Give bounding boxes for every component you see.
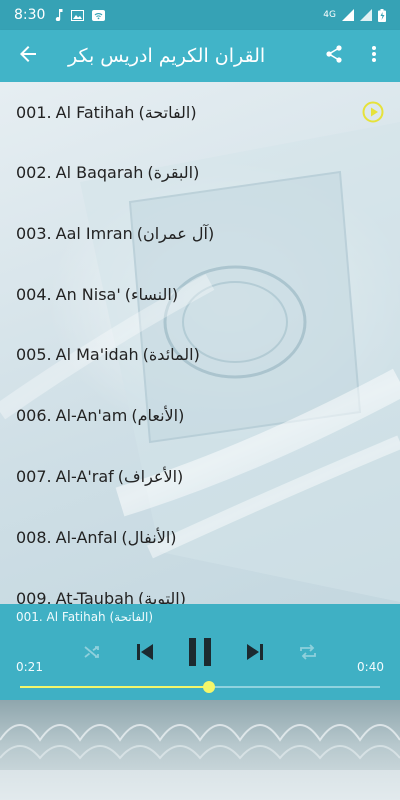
track-arabic-name: (البقرة) [147,162,200,182]
track-row[interactable]: 001. Al Fatihah (الفاتحة) [0,82,400,142]
track-arabic-name: (الأعراف) [117,466,184,486]
track-name: An Nisa' [55,284,121,304]
track-name: Al Fatihah [55,102,135,122]
footer-decoration [0,700,400,800]
repeat-icon [298,643,318,665]
track-number: 009. [16,588,52,605]
track-row[interactable]: 008. Al-Anfal (الأنفال) [0,507,400,567]
track-number: 003. [16,223,52,243]
track-list[interactable]: 001. Al Fatihah (الفاتحة) 002. Al Baqara… [0,82,400,604]
track-number: 004. [16,284,52,304]
track-number: 005. [16,344,52,364]
track-name: Al Baqarah [55,162,144,182]
track-number: 007. [16,466,52,486]
skip-next-icon [245,642,265,666]
player-controls [0,634,400,674]
battery-icon [378,8,386,22]
track-name: Al-An'am [55,405,128,425]
track-arabic-name: (آل عمران) [136,223,215,243]
track-row[interactable]: 005. Al Ma'idah (المائدة) [0,324,400,384]
next-button[interactable] [235,634,275,674]
pause-icon [188,638,212,670]
back-button[interactable] [6,34,50,78]
track-arabic-name: (الأنفال) [121,527,177,547]
track-row[interactable]: 009. At-Taubah (التوبة) [0,568,400,605]
seek-bar[interactable] [20,681,380,693]
track-row[interactable]: 004. An Nisa' (النساء) [0,264,400,324]
status-bar: 8:30 4G [0,0,400,30]
track-arabic-name: (المائدة) [142,344,200,364]
audio-player: 001. Al Fatihah (الفاتحة) 0:21 0:40 [0,604,400,700]
play-circle-icon[interactable] [362,101,384,123]
seek-progress [20,686,209,688]
signal-icon [342,9,354,21]
track-row[interactable]: 002. Al Baqarah (البقرة) [0,142,400,202]
wifi-small-icon [92,9,106,21]
track-name: Al-A'raf [55,466,114,486]
app-bar: القران الكريم ادريس بكر [0,30,400,82]
total-duration: 0:40 [357,660,384,674]
seek-thumb[interactable] [203,681,215,693]
image-icon [71,9,85,21]
page-title: القران الكريم ادريس بكر [68,45,266,67]
repeat-button[interactable] [288,634,328,674]
track-row[interactable]: 003. Aal Imran (آل عمران) [0,203,400,263]
track-name: Aal Imran [55,223,133,243]
pause-button[interactable] [180,634,220,674]
elapsed-time: 0:21 [16,660,43,674]
track-name: Al Ma'idah [55,344,139,364]
network-type: 4G [323,10,336,20]
shuffle-button[interactable] [72,634,112,674]
music-note-icon [53,9,63,21]
track-row[interactable]: 006. Al-An'am (الأنعام) [0,385,400,445]
signal-icon-2 [360,9,372,21]
back-arrow-icon [18,44,38,68]
track-number: 008. [16,527,52,547]
shuffle-icon [83,643,101,665]
status-time: 8:30 [14,7,46,23]
track-arabic-name: (الفاتحة) [138,102,197,122]
track-arabic-name: (النساء) [124,284,179,304]
more-options-button[interactable] [354,34,394,78]
track-number: 001. [16,102,52,122]
share-icon [324,44,344,68]
skip-previous-icon [135,642,155,666]
now-playing-title: 001. Al Fatihah (الفاتحة) [16,610,154,624]
track-arabic-name: (التوبة) [138,588,186,605]
more-vert-icon [371,45,377,67]
share-button[interactable] [314,34,354,78]
track-name: Al-Anfal [55,527,118,547]
track-number: 006. [16,405,52,425]
track-name: At-Taubah [55,588,135,605]
track-arabic-name: (الأنعام) [131,405,185,425]
track-row[interactable]: 007. Al-A'raf (الأعراف) [0,446,400,506]
track-number: 002. [16,162,52,182]
previous-button[interactable] [125,634,165,674]
